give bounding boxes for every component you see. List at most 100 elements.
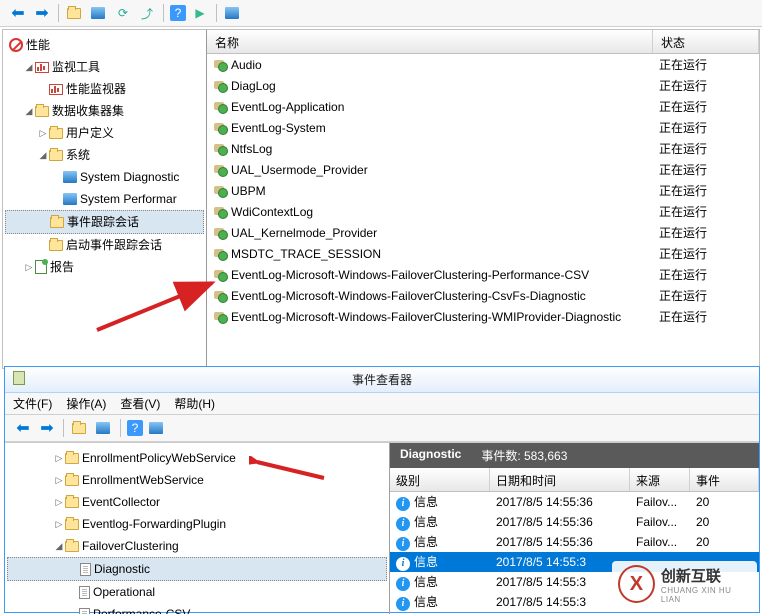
event-datetime: 2017/8/5 14:55:36: [490, 514, 630, 530]
session-status: 正在运行: [659, 98, 759, 115]
perfmon-icon: [49, 84, 63, 95]
tree-collector-sets[interactable]: ◢数据收集器集: [5, 100, 204, 122]
event-row[interactable]: i信息2017/8/5 14:55:36Failov...20: [390, 532, 759, 552]
event-source: Failov...: [630, 494, 690, 510]
list-item[interactable]: UAL_Kernelmode_Provider正在运行: [207, 222, 759, 243]
menu-view[interactable]: 查看(V): [120, 395, 160, 412]
tree-system[interactable]: ◢ 系统: [5, 144, 204, 166]
expand-icon[interactable]: ▷: [53, 449, 65, 467]
col-level[interactable]: 级别: [390, 468, 490, 491]
col-datetime[interactable]: 日期和时间: [490, 468, 630, 491]
tree-label: Eventlog-ForwardingPlugin: [82, 515, 226, 533]
monitor-icon: [35, 62, 49, 73]
collector-icon: [35, 106, 49, 117]
event-tree-folder[interactable]: ▷EventCollector: [7, 491, 387, 513]
session-name: MSDTC_TRACE_SESSION: [231, 247, 381, 261]
menu-action[interactable]: 操作(A): [66, 395, 106, 412]
tree-startup-event-trace[interactable]: 启动事件跟踪会话: [5, 234, 204, 256]
event-tree-log[interactable]: Operational: [7, 581, 387, 603]
help-icon[interactable]: ?: [127, 420, 143, 436]
tree-userdef[interactable]: ▷用户定义: [5, 122, 204, 144]
expand-icon[interactable]: ▷: [37, 124, 49, 142]
event-row[interactable]: i信息2017/8/5 14:55:36Failov...20: [390, 492, 759, 512]
folder-icon: [50, 217, 64, 228]
event-viewer-title: 事件查看器: [5, 367, 759, 393]
event-source: Failov...: [630, 514, 690, 530]
tree-sysdiag[interactable]: System Diagnostic: [5, 166, 204, 188]
list-item[interactable]: UAL_Usermode_Provider正在运行: [207, 159, 759, 180]
tree-label: Diagnostic: [94, 560, 150, 578]
nav-forward-button[interactable]: ➡: [37, 418, 57, 438]
expand-icon[interactable]: ▷: [53, 493, 65, 511]
list-item[interactable]: WdiContextLog正在运行: [207, 201, 759, 222]
refresh-icon[interactable]: ⟳: [113, 3, 133, 23]
session-name: UAL_Kernelmode_Provider: [231, 226, 377, 240]
collapse-icon[interactable]: ◢: [23, 102, 35, 120]
col-name[interactable]: 名称: [207, 30, 653, 53]
tree-monitor-tools[interactable]: ◢监视工具: [5, 56, 204, 78]
event-tree-log[interactable]: Diagnostic: [7, 557, 387, 581]
nav-forward-button[interactable]: ➡: [32, 3, 52, 23]
col-source[interactable]: 来源: [630, 468, 690, 491]
expand-icon[interactable]: ▷: [23, 258, 35, 276]
menu-help[interactable]: 帮助(H): [174, 395, 215, 412]
event-source: Failov...: [630, 534, 690, 550]
event-viewer-tree[interactable]: ▷ EnrollmentPolicyWebService ▷EnrollmentWe…: [5, 442, 390, 614]
tree-sysperf[interactable]: System Performar: [5, 188, 204, 210]
list-item[interactable]: DiagLog正在运行: [207, 75, 759, 96]
info-icon: i: [396, 597, 410, 611]
props-icon[interactable]: [147, 418, 167, 438]
session-icon: [213, 100, 227, 114]
help-icon[interactable]: ?: [170, 5, 186, 21]
list-item[interactable]: UBPM正在运行: [207, 180, 759, 201]
list-item[interactable]: EventLog-Microsoft-Windows-FailoverClust…: [207, 264, 759, 285]
main-toolbar: ⬅ ➡ ⟳ ⤴ ? ▶: [0, 0, 762, 27]
list-item[interactable]: NtfsLog正在运行: [207, 138, 759, 159]
event-datetime: 2017/8/5 14:55:3: [490, 574, 630, 590]
list-item[interactable]: EventLog-System正在运行: [207, 117, 759, 138]
expand-icon[interactable]: ◢: [53, 537, 65, 555]
session-status: 正在运行: [659, 56, 759, 73]
event-row[interactable]: i信息2017/8/5 14:55:36Failov...20: [390, 512, 759, 532]
tree-label: Performance-CSV: [93, 605, 190, 614]
event-tree-log[interactable]: Performance-CSV: [7, 603, 387, 614]
export-icon[interactable]: ⤴: [137, 3, 157, 23]
grid-icon[interactable]: [223, 3, 243, 23]
expand-icon[interactable]: ▷: [53, 471, 65, 489]
event-tree-folder[interactable]: ◢FailoverClustering: [7, 535, 387, 557]
view-icon[interactable]: [89, 3, 109, 23]
session-name: DiagLog: [231, 79, 276, 93]
event-level: 信息: [414, 595, 438, 609]
event-tree-folder[interactable]: ▷ Eventlog-ForwardingPlugin: [7, 513, 387, 535]
list-item[interactable]: EventLog-Application正在运行: [207, 96, 759, 117]
folder-up-icon[interactable]: [65, 3, 85, 23]
event-tree-folder[interactable]: ▷EnrollmentWebService: [7, 469, 387, 491]
log-icon: [79, 608, 90, 615]
tree-event-trace-sessions[interactable]: 事件跟踪会话: [5, 210, 204, 234]
run-icon[interactable]: ▶: [190, 3, 210, 23]
watermark-cn: 创新互联: [661, 565, 751, 586]
event-datetime: 2017/8/5 14:55:3: [490, 554, 630, 570]
performance-icon: [9, 38, 23, 52]
list-item[interactable]: EventLog-Microsoft-Windows-FailoverClust…: [207, 306, 759, 327]
menu-file[interactable]: 文件(F): [13, 395, 52, 412]
expand-icon[interactable]: ▷: [53, 515, 65, 533]
collapse-icon[interactable]: ◢: [23, 58, 35, 76]
col-eventid[interactable]: 事件: [690, 468, 759, 491]
col-status[interactable]: 状态: [653, 30, 759, 53]
collapse-icon[interactable]: ◢: [37, 146, 49, 164]
nav-back-button[interactable]: ⬅: [8, 3, 28, 23]
list-item[interactable]: Audio正在运行: [207, 54, 759, 75]
nav-back-button[interactable]: ⬅: [13, 418, 33, 438]
view-icon[interactable]: [94, 418, 114, 438]
event-tree-folder[interactable]: ▷ EnrollmentPolicyWebService: [7, 447, 387, 469]
tree-perfmon[interactable]: 性能监视器: [5, 78, 204, 100]
event-level: 信息: [414, 535, 438, 549]
list-item[interactable]: MSDTC_TRACE_SESSION正在运行: [207, 243, 759, 264]
tree-label: EnrollmentPolicyWebService: [82, 449, 236, 467]
list-item[interactable]: EventLog-Microsoft-Windows-FailoverClust…: [207, 285, 759, 306]
tree-root-performance[interactable]: 性能: [5, 34, 204, 56]
tree-label: 性能: [26, 36, 50, 54]
folder-icon[interactable]: [70, 418, 90, 438]
tree-label: 系统: [66, 146, 90, 164]
